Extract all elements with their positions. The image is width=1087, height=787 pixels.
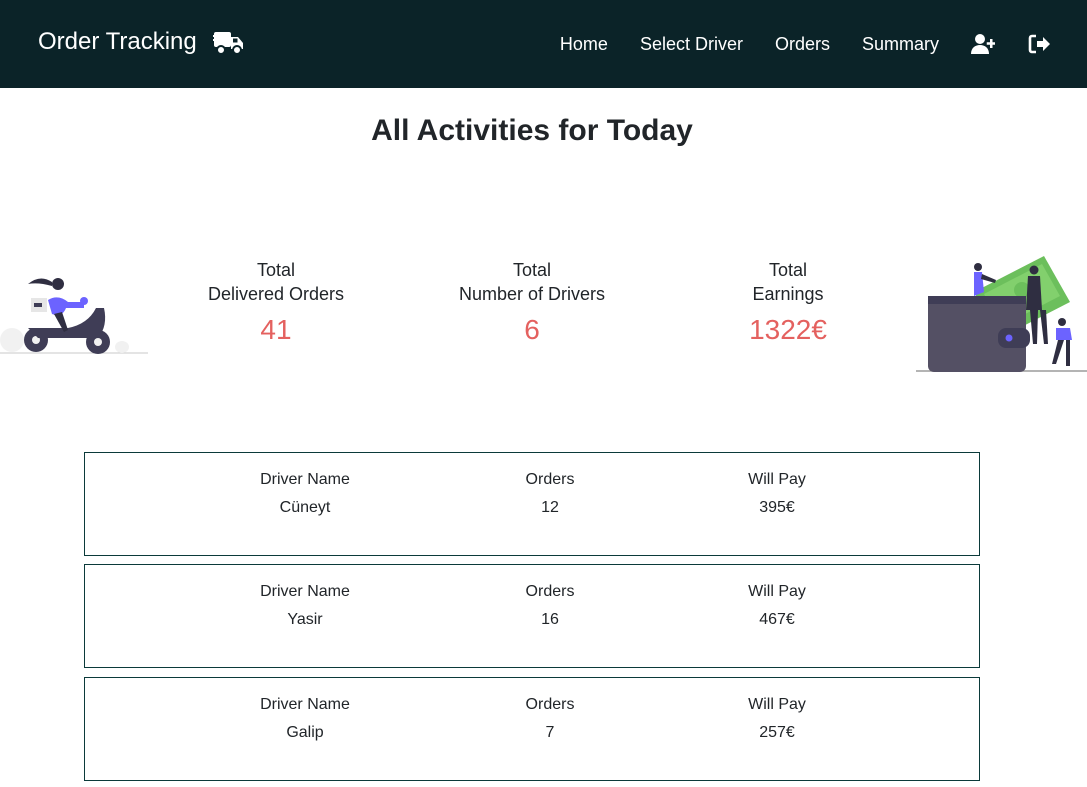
- stat-label-line2: Number of Drivers: [458, 284, 606, 304]
- driver-card: Driver Name Yasir Orders 16 Will Pay 467…: [84, 564, 980, 668]
- stat-value: 1322€: [749, 314, 827, 345]
- shipping-truck-icon: [212, 32, 243, 55]
- driver-orders: 7: [545, 724, 555, 741]
- column-header: Driver Name: [260, 471, 350, 488]
- driver-pay: 395€: [759, 499, 795, 516]
- will-pay-column: Will Pay 467€: [715, 583, 839, 629]
- nav-home[interactable]: Home: [560, 34, 608, 55]
- stat-label-line2: Earnings: [752, 284, 824, 304]
- nav-orders[interactable]: Orders: [775, 34, 830, 55]
- driver-name: Galip: [286, 724, 324, 741]
- will-pay-column: Will Pay 257€: [715, 696, 839, 742]
- wallet-money-illustration: [916, 256, 1087, 372]
- column-header: Orders: [525, 471, 575, 488]
- stat-value: 41: [260, 314, 292, 345]
- stat-label-line1: Total: [256, 260, 296, 280]
- nav-links: Home Select Driver Orders Summary: [528, 0, 1051, 88]
- column-header: Will Pay: [748, 583, 806, 600]
- add-user-icon[interactable]: [971, 33, 995, 55]
- column-header: Will Pay: [748, 471, 806, 488]
- stat-label-line1: Total: [768, 260, 808, 280]
- driver-orders: 16: [541, 611, 559, 628]
- stat-earnings: Total Earnings 1322€: [678, 258, 898, 346]
- driver-pay: 467€: [759, 611, 795, 628]
- column-header: Driver Name: [260, 696, 350, 713]
- will-pay-column: Will Pay 395€: [715, 471, 839, 517]
- stat-label-line1: Total: [512, 260, 552, 280]
- stat-delivered-orders: Total Delivered Orders 41: [166, 258, 386, 346]
- brand[interactable]: Order Tracking: [38, 28, 245, 56]
- page-title: All Activities for Today: [371, 114, 693, 147]
- driver-pay: 257€: [759, 724, 795, 741]
- driver-name-column: Driver Name Yasir: [235, 583, 375, 629]
- orders-column: Orders 12: [485, 471, 615, 517]
- stat-value: 6: [524, 314, 540, 345]
- stat-number-of-drivers: Total Number of Drivers 6: [422, 258, 642, 346]
- brand-title: Order Tracking: [38, 28, 197, 55]
- driver-card: Driver Name Galip Orders 7 Will Pay 257€: [84, 677, 980, 781]
- driver-name-column: Driver Name Cüneyt: [235, 471, 375, 517]
- scooter-delivery-illustration: [0, 278, 148, 354]
- driver-name: Cüneyt: [279, 499, 331, 516]
- nav-select-driver[interactable]: Select Driver: [640, 34, 743, 55]
- column-header: Orders: [525, 583, 575, 600]
- driver-orders: 12: [541, 499, 559, 516]
- navbar: Order Tracking Home Select Driver Orders…: [0, 0, 1087, 88]
- column-header: Driver Name: [260, 583, 350, 600]
- nav-summary[interactable]: Summary: [862, 34, 939, 55]
- driver-card: Driver Name Cüneyt Orders 12 Will Pay 39…: [84, 452, 980, 556]
- logout-icon[interactable]: [1027, 33, 1051, 55]
- orders-column: Orders 16: [485, 583, 615, 629]
- column-header: Will Pay: [748, 696, 806, 713]
- driver-name: Yasir: [287, 611, 323, 628]
- column-header: Orders: [525, 696, 575, 713]
- orders-column: Orders 7: [485, 696, 615, 742]
- stat-label-line2: Delivered Orders: [207, 284, 345, 304]
- driver-name-column: Driver Name Galip: [235, 696, 375, 742]
